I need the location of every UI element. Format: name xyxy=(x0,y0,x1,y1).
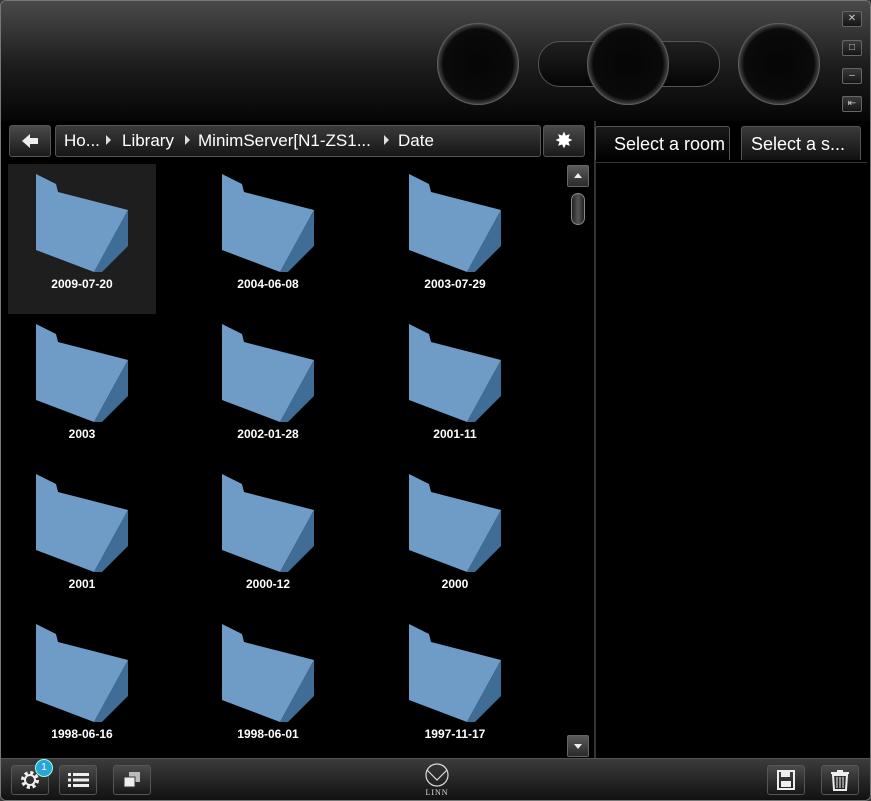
folder-label: 2009-07-20 xyxy=(51,277,113,291)
folder-label: 2003 xyxy=(68,427,96,441)
back-button[interactable] xyxy=(9,125,51,157)
trash-icon xyxy=(831,770,849,791)
folder-tile[interactable]: 2003-07-29 xyxy=(381,164,529,314)
mini-view-button[interactable] xyxy=(113,765,151,795)
play-knob-center[interactable] xyxy=(587,23,669,105)
folder-label: 2000 xyxy=(441,577,469,591)
folder-icon xyxy=(222,174,314,272)
breadcrumb-library[interactable]: Library xyxy=(122,126,174,156)
folder-label: 1998-06-01 xyxy=(237,727,299,741)
scrollbar-thumb[interactable] xyxy=(571,193,585,225)
scroll-down-button[interactable] xyxy=(567,735,589,757)
breadcrumb-server[interactable]: MinimServer[N1-ZS1... xyxy=(198,126,382,156)
folder-label: 2002-01-28 xyxy=(237,427,299,441)
breadcrumb: Ho... Library MinimServer[N1-ZS1... Date… xyxy=(55,125,541,157)
windows-icon xyxy=(123,772,140,788)
folder-label: 1998-06-16 xyxy=(51,727,113,741)
folder-grid: 2009-07-20 2004-06-08 2003-07-29 2003 20… xyxy=(1,162,564,759)
folder-tile[interactable]: 2003 xyxy=(8,314,156,464)
folder-label: 2003-07-29 xyxy=(424,277,486,291)
folder-tile[interactable]: 2001-11 xyxy=(381,314,529,464)
linn-logo-icon xyxy=(425,763,449,787)
delete-button[interactable] xyxy=(821,765,859,795)
folder-icon xyxy=(36,324,128,422)
save-playlist-button[interactable] xyxy=(767,765,805,795)
app-window: ✕ □ – ⇤ Ho... Library MinimServer[N1-ZS1… xyxy=(0,0,871,801)
caret-down-icon xyxy=(574,744,582,749)
breadcrumb-separator-icon xyxy=(384,135,389,145)
star-icon: ✸ xyxy=(554,128,574,153)
breadcrumb-separator-icon xyxy=(185,135,190,145)
minimize-icon[interactable]: – xyxy=(842,68,862,84)
folder-icon xyxy=(409,624,501,722)
scroll-up-button[interactable] xyxy=(567,165,589,187)
folder-icon xyxy=(409,174,501,272)
folder-label: 2004-06-08 xyxy=(237,277,299,291)
breadcrumb-separator-icon xyxy=(106,135,111,145)
folder-icon xyxy=(36,474,128,572)
folder-tile[interactable]: 2000 xyxy=(381,464,529,614)
vertical-scrollbar[interactable] xyxy=(567,165,589,757)
volume-knob-right[interactable] xyxy=(738,23,820,105)
top-bar: ✕ □ – ⇤ xyxy=(1,1,870,121)
bookmark-star-button[interactable]: ✸ xyxy=(543,125,585,157)
settings-notification-badge: 1 xyxy=(35,759,53,777)
tab-select-source[interactable]: Select a s... xyxy=(741,126,861,160)
folder-icon xyxy=(222,324,314,422)
playlist-button[interactable] xyxy=(59,765,97,795)
tab-select-room[interactable]: Select a room xyxy=(595,126,730,160)
collapse-icon[interactable]: ⇤ xyxy=(842,96,862,112)
folder-icon xyxy=(222,474,314,572)
folder-tile[interactable]: 2009-07-20 xyxy=(8,164,156,314)
folder-icon xyxy=(36,174,128,272)
save-icon xyxy=(777,770,795,790)
folder-label: 2001-11 xyxy=(433,427,477,441)
volume-knob-left[interactable] xyxy=(437,23,519,105)
room-source-tabs: Select a room Select a s... xyxy=(595,126,867,163)
linn-logo: LINN xyxy=(419,761,455,799)
folder-tile[interactable]: 2002-01-28 xyxy=(194,314,342,464)
breadcrumb-date[interactable]: Date xyxy=(398,126,434,156)
folder-tile[interactable]: 1998-06-16 xyxy=(8,614,156,759)
caret-up-icon xyxy=(574,173,582,178)
breadcrumb-home[interactable]: Ho... xyxy=(64,126,100,156)
folder-tile[interactable]: 1998-06-01 xyxy=(194,614,342,759)
folder-tile[interactable]: 2000-12 xyxy=(194,464,342,614)
folder-tile[interactable]: 2004-06-08 xyxy=(194,164,342,314)
folder-icon xyxy=(409,324,501,422)
logo-text: LINN xyxy=(425,788,449,797)
maximize-icon[interactable]: □ xyxy=(842,40,862,56)
folder-icon xyxy=(222,624,314,722)
folder-label: 2000-12 xyxy=(245,577,291,591)
folder-tile[interactable]: 2001 xyxy=(8,464,156,614)
folder-icon xyxy=(36,624,128,722)
close-icon[interactable]: ✕ xyxy=(842,11,862,27)
back-arrow-icon xyxy=(22,134,38,148)
panel-divider[interactable] xyxy=(594,121,596,758)
navigation-bar: Ho... Library MinimServer[N1-ZS1... Date… xyxy=(9,125,589,157)
folder-icon xyxy=(409,474,501,572)
list-icon xyxy=(68,773,89,787)
folder-label: 2001 xyxy=(68,577,96,591)
folder-label: 1997-11-17 xyxy=(424,727,486,741)
folder-tile[interactable]: 1997-11-17 xyxy=(381,614,529,759)
